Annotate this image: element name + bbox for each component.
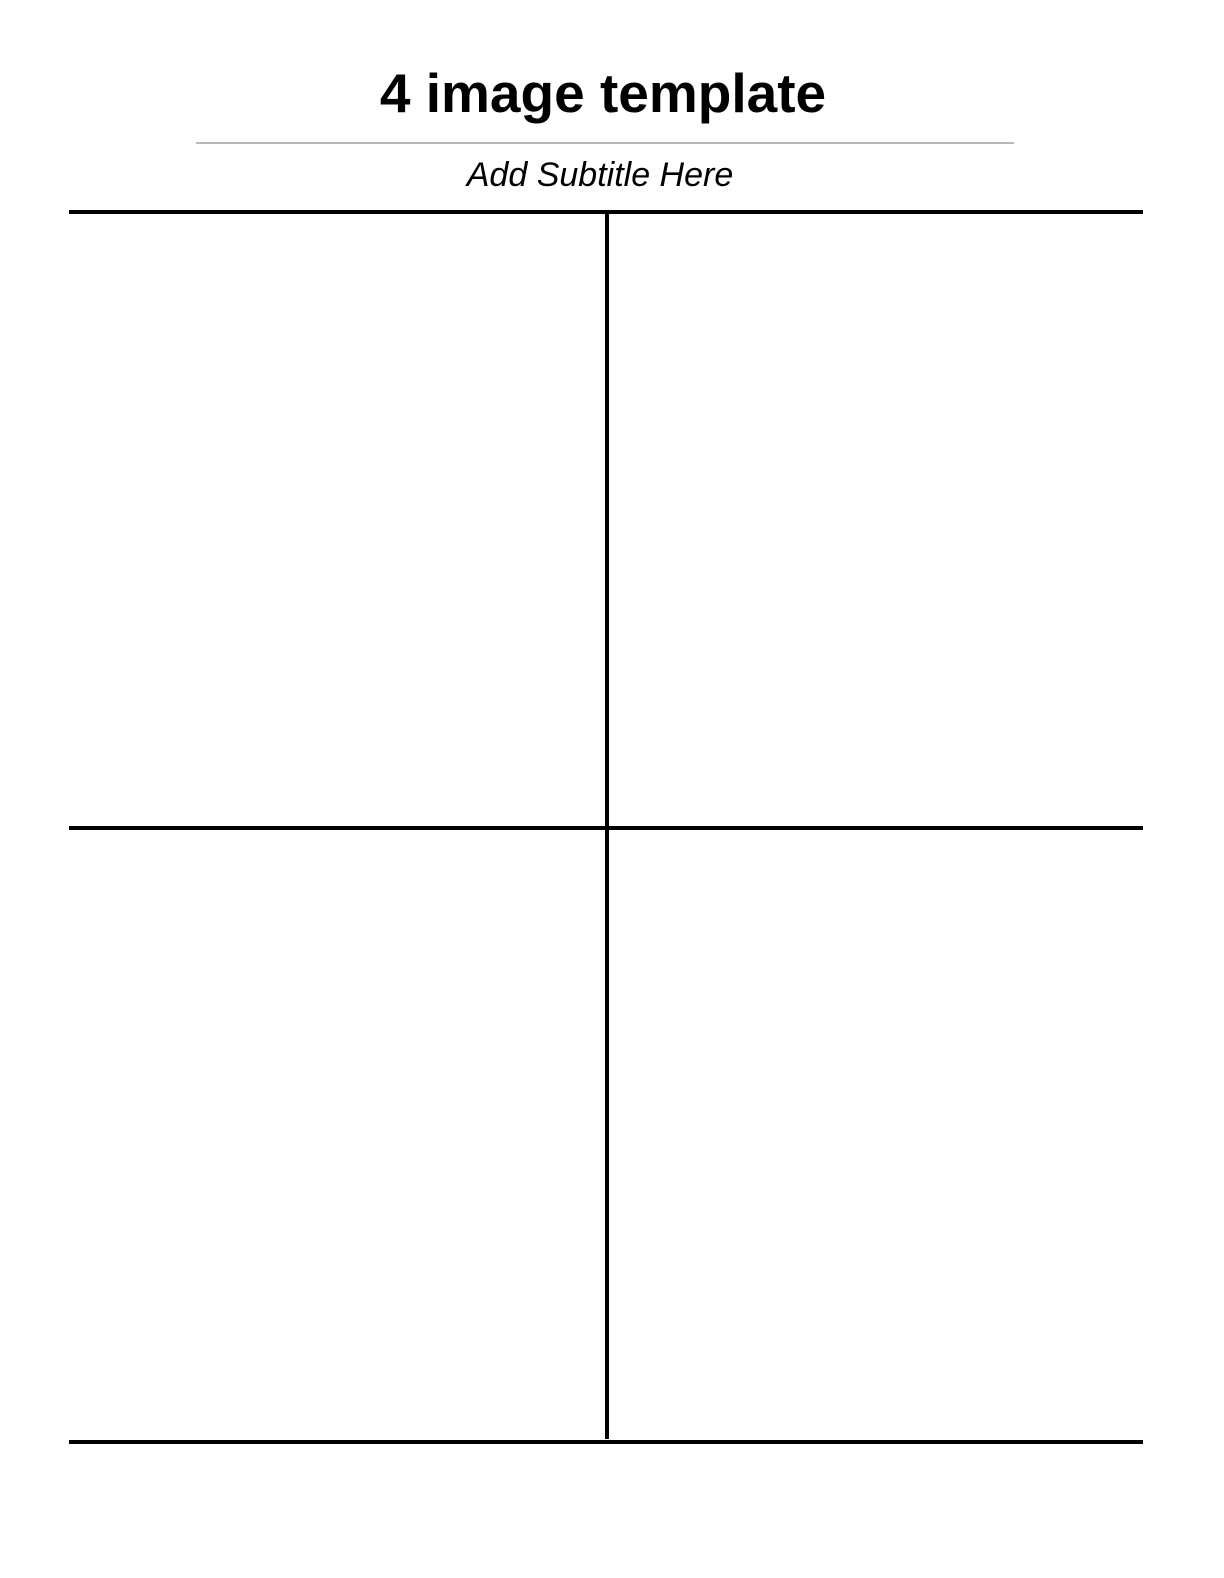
image-slot-top-right[interactable]	[609, 214, 1143, 826]
page-subtitle[interactable]: Add Subtitle Here	[0, 153, 1200, 197]
image-slot-bottom-left[interactable]	[69, 830, 605, 1440]
image-slot-bottom-right[interactable]	[609, 830, 1143, 1440]
title-divider	[196, 142, 1014, 144]
image-slot-top-left[interactable]	[69, 214, 605, 826]
grid-bottom-border	[69, 1440, 1143, 1444]
grid-center-divider	[605, 212, 609, 1439]
page-title: 4 image template	[379, 62, 827, 124]
